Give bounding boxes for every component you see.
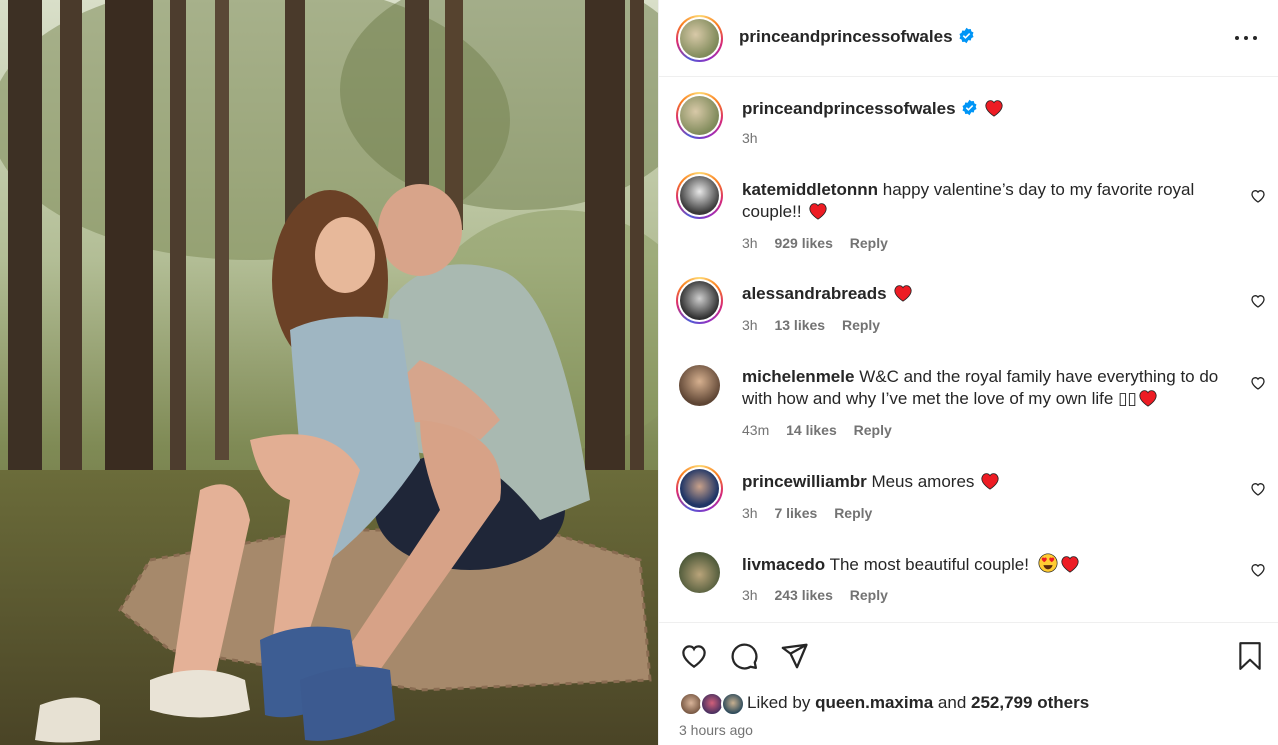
heart-emoji-icon xyxy=(1139,390,1157,407)
comment-text: The most beautiful couple! xyxy=(829,555,1029,574)
heart-emoji-icon xyxy=(981,473,1000,490)
comment-row: katemiddletonnn happy valentine’s day to… xyxy=(659,172,1278,260)
comment-likes[interactable]: 929 likes xyxy=(774,235,832,251)
comment-row: michelenmele W&C and the royal family ha… xyxy=(659,364,1278,454)
comment-username[interactable]: livmacedo xyxy=(742,555,825,574)
comment-likes[interactable]: 7 likes xyxy=(774,505,817,521)
comment-time: 3h xyxy=(742,317,758,333)
like-icon[interactable] xyxy=(1250,293,1266,309)
likes-count[interactable]: 252,799 others xyxy=(971,693,1089,712)
post-actions: Liked by queen.maxima and 252,799 others… xyxy=(659,622,1278,745)
post-photo-illustration xyxy=(0,0,658,745)
caption-row: princeandprincessofwales 3h xyxy=(659,92,1278,152)
heart-emoji-icon xyxy=(1061,556,1079,573)
caption-time: 3h xyxy=(742,130,758,146)
commenter-avatar[interactable] xyxy=(679,552,720,593)
top-liker-username[interactable]: queen.maxima xyxy=(815,693,933,712)
comment-text: Meus amores xyxy=(871,472,975,491)
liked-by-joiner: and xyxy=(937,693,967,712)
more-options-icon[interactable] xyxy=(1235,28,1261,48)
commenter-avatar[interactable] xyxy=(676,172,723,219)
heart-eyes-emoji-icon xyxy=(1038,553,1058,573)
liker-avatars xyxy=(679,692,745,716)
comment-time: 43m xyxy=(742,422,770,438)
commenter-avatar[interactable] xyxy=(676,277,723,324)
like-icon[interactable] xyxy=(1250,188,1266,204)
like-icon[interactable] xyxy=(679,641,709,671)
post-header: princeandprincessofwales xyxy=(659,0,1278,77)
liked-by-prefix: Liked by xyxy=(747,693,811,712)
verified-badge-icon xyxy=(962,99,977,116)
reply-button[interactable]: Reply xyxy=(834,505,872,521)
comment-row: princewilliambr Meus amores 3h 7 likes R… xyxy=(659,465,1278,535)
caption-author-username[interactable]: princeandprincessofwales xyxy=(742,99,956,118)
heart-emoji-icon xyxy=(894,285,912,302)
comment-likes[interactable]: 243 likes xyxy=(774,587,832,603)
like-icon[interactable] xyxy=(1250,481,1266,497)
post-photo[interactable] xyxy=(0,0,658,745)
author-avatar[interactable] xyxy=(676,15,723,62)
verified-badge-icon xyxy=(959,27,974,44)
comment-likes[interactable]: 13 likes xyxy=(774,317,825,333)
share-icon[interactable] xyxy=(779,641,809,671)
comment-time: 3h xyxy=(742,235,758,251)
commenter-avatar[interactable] xyxy=(679,365,720,406)
reply-button[interactable]: Reply xyxy=(842,317,880,333)
liker-avatar xyxy=(721,692,745,716)
post-detail-panel: princeandprincessofwales princeandprince… xyxy=(658,0,1278,745)
comment-username[interactable]: michelenmele xyxy=(742,367,854,386)
caption-author-avatar[interactable] xyxy=(676,92,723,139)
unrendered-emoji-glyphs: ▯▯ xyxy=(1118,389,1137,408)
comment-time: 3h xyxy=(742,587,758,603)
save-bookmark-icon[interactable] xyxy=(1237,641,1263,671)
comment-likes[interactable]: 14 likes xyxy=(786,422,837,438)
comment-username[interactable]: katemiddletonnn xyxy=(742,180,878,199)
heart-emoji-icon xyxy=(808,203,827,220)
reply-button[interactable]: Reply xyxy=(850,587,888,603)
post-timestamp[interactable]: 3 hours ago xyxy=(679,722,753,738)
reply-button[interactable]: Reply xyxy=(854,422,892,438)
commenter-avatar[interactable] xyxy=(676,465,723,512)
comment-icon[interactable] xyxy=(729,641,759,671)
comment-time: 3h xyxy=(742,505,758,521)
comment-row: alessandrabreads 3h 13 likes Reply xyxy=(659,277,1278,347)
like-icon[interactable] xyxy=(1250,562,1266,578)
heart-emoji-icon xyxy=(984,100,1003,117)
comment-username[interactable]: alessandrabreads xyxy=(742,284,887,303)
like-icon[interactable] xyxy=(1250,375,1266,391)
author-username[interactable]: princeandprincessofwales xyxy=(739,27,953,46)
comment-username[interactable]: princewilliambr xyxy=(742,472,867,491)
reply-button[interactable]: Reply xyxy=(850,235,888,251)
comment-row: livmacedo The most beautiful couple! 3h … xyxy=(659,551,1278,611)
